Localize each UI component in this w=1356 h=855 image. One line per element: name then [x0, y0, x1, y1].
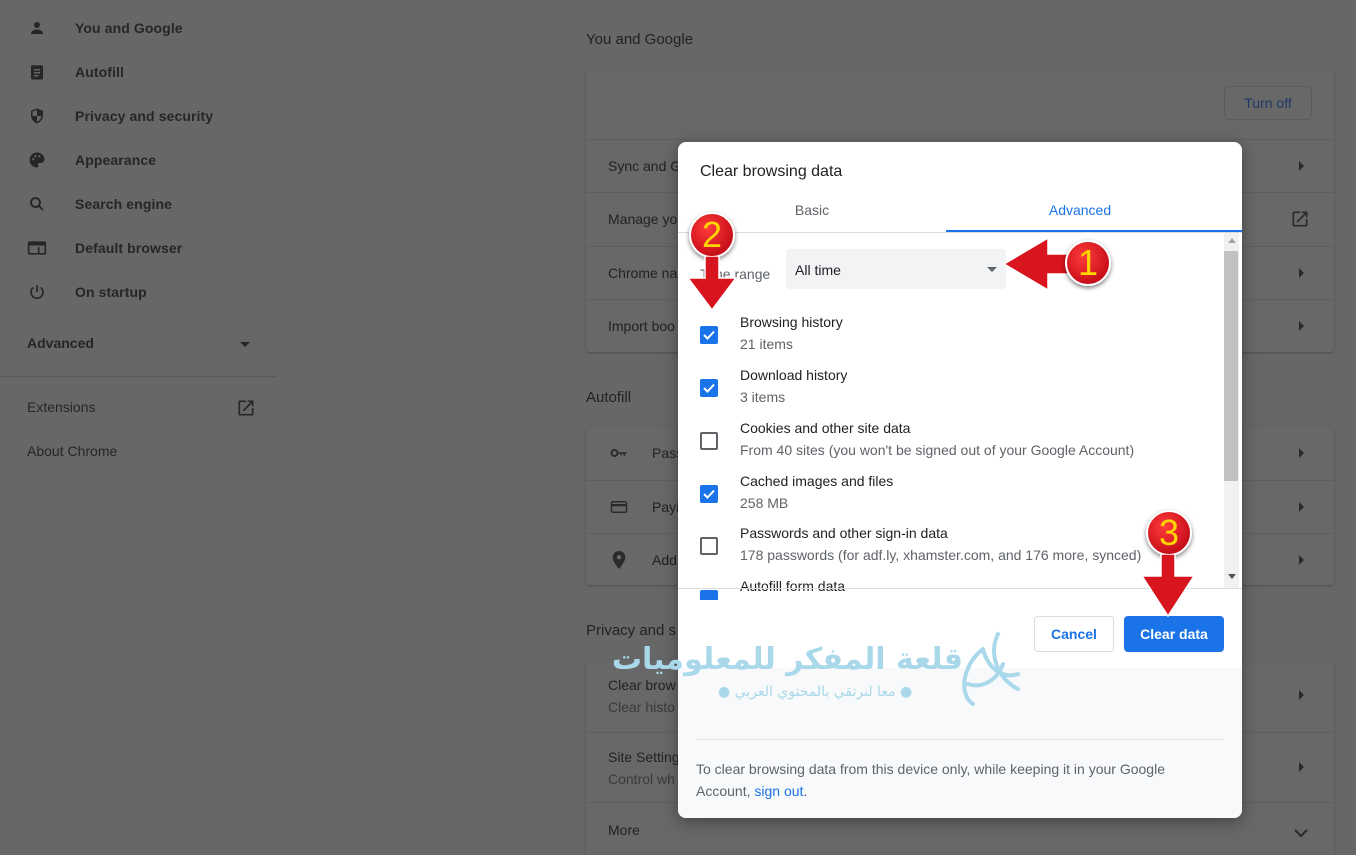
sidebar-item-extensions[interactable]: Extensions — [27, 399, 95, 415]
sign-out-info-area: To clear browsing data from this device … — [678, 668, 1242, 818]
option-cookies[interactable]: Cookies and other site data From 40 site… — [678, 420, 1223, 473]
time-range-select[interactable]: All time — [786, 249, 1006, 289]
sidebar-item-search-engine[interactable]: Search engine — [0, 182, 276, 226]
chevron-right-icon — [1299, 502, 1304, 512]
option-passwords[interactable]: Passwords and other sign-in data 178 pas… — [678, 525, 1223, 578]
chevron-right-icon — [1299, 161, 1304, 171]
sidebar-item-label: On startup — [75, 284, 147, 300]
time-range-value: All time — [795, 262, 841, 278]
active-tab-indicator — [946, 230, 1242, 232]
sidebar-item-label: Search engine — [75, 196, 173, 212]
external-link-icon — [1290, 209, 1310, 234]
sidebar-item-label: Default browser — [75, 240, 183, 256]
tab-advanced[interactable]: Advanced — [946, 202, 1214, 232]
annotation-badge-2: 2 — [689, 212, 735, 258]
power-icon — [27, 282, 47, 302]
option-autofill-form-data[interactable]: Autofill form data — [678, 578, 1223, 600]
info-divider — [696, 739, 1224, 740]
sidebar-item-on-startup[interactable]: On startup — [0, 270, 276, 314]
section-title-you-and-google: You and Google — [586, 31, 694, 48]
checkbox-checked[interactable] — [700, 590, 718, 600]
clear-browsing-data-dialog: Clear browsing data Basic Advanced Time … — [678, 142, 1242, 818]
chevron-right-icon — [1299, 555, 1304, 565]
person-icon — [27, 18, 47, 38]
annotation-badge-3: 3 — [1146, 510, 1192, 556]
chevron-right-icon — [1299, 690, 1304, 700]
sidebar-advanced[interactable]: Advanced — [27, 335, 94, 351]
shield-icon — [27, 106, 47, 126]
sidebar-divider — [0, 376, 276, 377]
turn-off-sync-button[interactable]: Turn off — [1224, 86, 1312, 120]
browser-window-icon — [27, 238, 47, 258]
annotation-badge-1: 1 — [1065, 240, 1111, 286]
key-icon — [610, 446, 628, 465]
settings-sidebar: You and Google Autofill Privacy and secu… — [0, 0, 276, 855]
external-link-icon[interactable] — [236, 398, 256, 423]
sign-out-link[interactable]: sign out — [754, 783, 803, 799]
chevron-right-icon — [1299, 448, 1304, 458]
credit-card-icon — [610, 499, 628, 520]
checkbox-unchecked[interactable] — [700, 432, 718, 450]
sidebar-item-label: Appearance — [75, 152, 157, 168]
dialog-title: Clear browsing data — [700, 163, 843, 180]
sidebar-item-you-and-google[interactable]: You and Google — [0, 6, 276, 50]
palette-icon — [27, 150, 47, 170]
sidebar-item-label: Autofill — [75, 64, 125, 80]
footer-divider — [678, 588, 1242, 589]
section-title-privacy: Privacy and s — [586, 622, 677, 639]
checkbox-checked[interactable] — [700, 485, 718, 503]
sign-out-info-text: To clear browsing data from this device … — [696, 761, 1165, 799]
chevron-right-icon — [1299, 268, 1304, 278]
scroll-up-arrow-icon[interactable] — [1228, 238, 1236, 243]
chevron-down-icon[interactable] — [240, 342, 250, 347]
location-pin-icon — [612, 551, 626, 574]
cancel-button[interactable]: Cancel — [1034, 616, 1114, 652]
sidebar-item-privacy[interactable]: Privacy and security — [0, 94, 276, 138]
search-icon — [27, 194, 47, 214]
checkbox-checked[interactable] — [700, 379, 718, 397]
chevron-right-icon — [1299, 321, 1304, 331]
time-range-label: Time range — [700, 266, 771, 282]
clear-data-button[interactable]: Clear data — [1124, 616, 1224, 652]
chevron-right-icon — [1299, 762, 1304, 772]
checkbox-checked[interactable] — [700, 326, 718, 344]
sidebar-item-autofill[interactable]: Autofill — [0, 50, 276, 94]
scrollbar-thumb[interactable] — [1224, 251, 1238, 481]
sidebar-item-label: Privacy and security — [75, 108, 214, 124]
checkbox-unchecked[interactable] — [700, 537, 718, 555]
account-row: Turn off — [586, 68, 1334, 139]
scroll-down-arrow-icon[interactable] — [1228, 574, 1236, 579]
option-cached-images[interactable]: Cached images and files 258 MB — [678, 473, 1223, 526]
option-download-history[interactable]: Download history 3 items — [678, 367, 1223, 420]
sidebar-item-default-browser[interactable]: Default browser — [0, 226, 276, 270]
sidebar-item-label: You and Google — [75, 20, 183, 36]
sidebar-item-about-chrome[interactable]: About Chrome — [27, 443, 117, 459]
chevron-down-icon — [1294, 825, 1308, 843]
option-browsing-history[interactable]: Browsing history 21 items — [678, 314, 1223, 367]
clipboard-icon — [27, 62, 47, 82]
section-title-autofill: Autofill — [586, 389, 632, 406]
dropdown-arrow-icon — [987, 267, 997, 272]
sidebar-item-appearance[interactable]: Appearance — [0, 138, 276, 182]
